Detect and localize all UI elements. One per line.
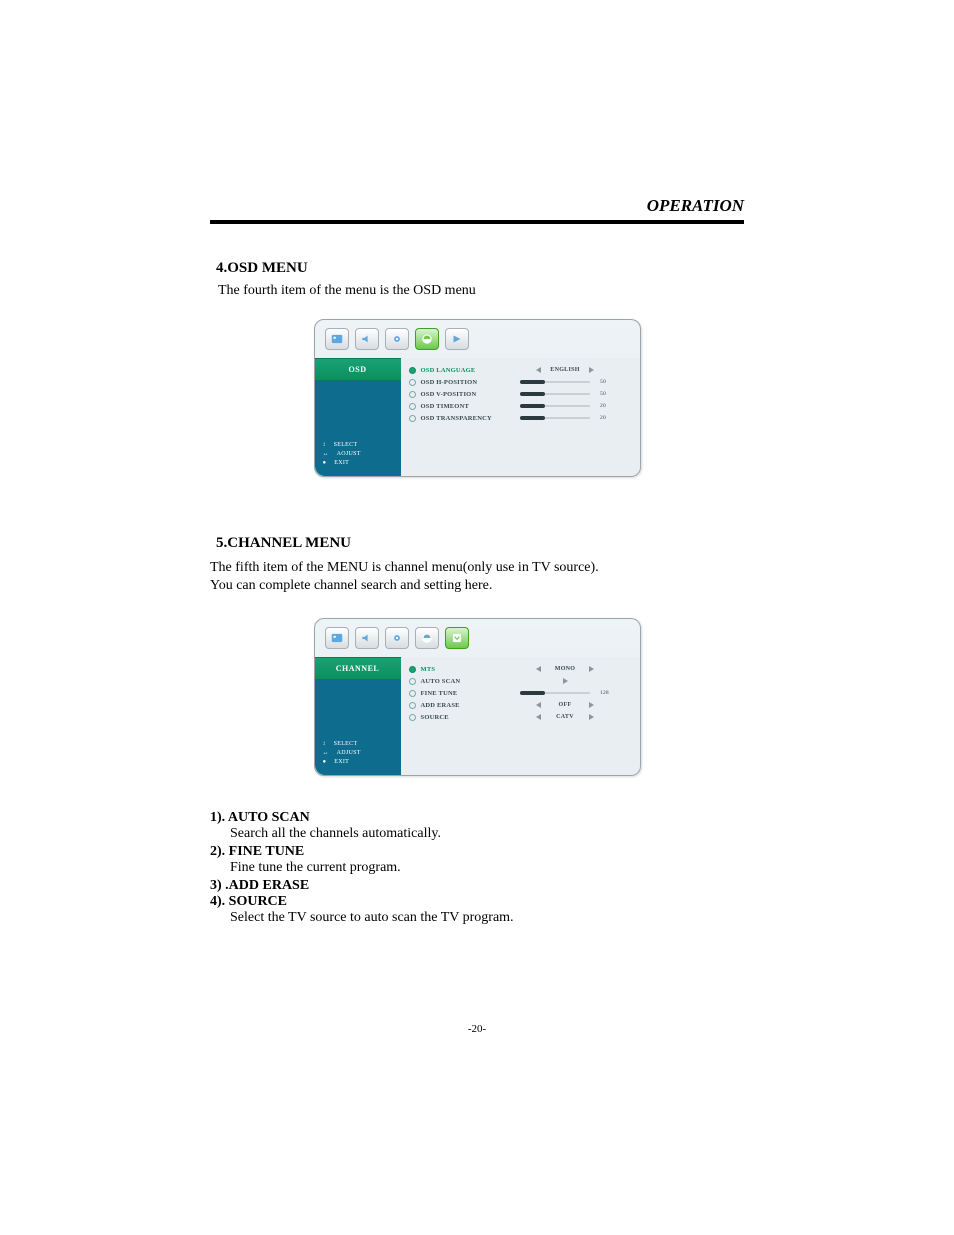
def2-desc: Fine tune the current program.: [230, 860, 744, 876]
channel-side-hints: ↕ SELECT ↔ ADJUST ● EXIT: [315, 734, 401, 775]
tab-channel-icon[interactable]: [445, 328, 469, 350]
header-rule: [210, 220, 744, 224]
osd-item-hposition[interactable]: OSD H-POSITION 50: [409, 376, 632, 388]
def2-title: 2). FINE TUNE: [210, 844, 744, 860]
bullet-icon: [409, 666, 416, 673]
channel-side-title: CHANNEL: [315, 657, 401, 680]
section5-title: 5.CHANNEL MENU: [216, 535, 744, 552]
arrow-right-icon[interactable]: [589, 702, 594, 708]
def3-title: 3) .ADD ERASE: [210, 878, 744, 894]
bullet-icon: [409, 403, 416, 410]
tab-osd-icon[interactable]: [415, 328, 439, 350]
arrow-left-icon[interactable]: [536, 367, 541, 373]
bullet-icon: [409, 367, 416, 374]
def4-title: 4). SOURCE: [210, 894, 744, 910]
bullet-icon: [409, 415, 416, 422]
arrow-right-icon[interactable]: [589, 666, 594, 672]
slider[interactable]: [520, 417, 590, 419]
definitions-list: 1). AUTO SCAN Search all the channels au…: [210, 810, 744, 926]
bullet-icon: [409, 678, 416, 685]
arrow-right-icon[interactable]: [589, 367, 594, 373]
tab-picture-icon[interactable]: [325, 328, 349, 350]
slider[interactable]: [520, 692, 590, 694]
ch-item-finetune[interactable]: FINE TUNE 128: [409, 687, 632, 699]
tab-settings-icon[interactable]: [385, 627, 409, 649]
bullet-icon: [409, 690, 416, 697]
tab-channel-icon[interactable]: [445, 627, 469, 649]
channel-menu-box: CHANNEL ↕ SELECT ↔ ADJUST ● EXIT MTS MON…: [314, 618, 641, 776]
ch-item-source[interactable]: SOURCE CATV: [409, 711, 632, 723]
section5-p1: The fifth item of the MENU is channel me…: [210, 560, 744, 576]
section4-text: The fourth item of the menu is the OSD m…: [218, 283, 744, 299]
page-number: -20-: [0, 1023, 954, 1035]
slider[interactable]: [520, 405, 590, 407]
menu-tabs: [315, 619, 640, 657]
bullet-icon: [409, 391, 416, 398]
osd-item-timeout[interactable]: OSD TIMEONT 20: [409, 400, 632, 412]
section5-p2: You can complete channel search and sett…: [210, 578, 744, 594]
channel-main: MTS MONO AUTO SCAN FINE: [401, 657, 640, 775]
osd-main: OSD LANGUAGE ENGLISH OSD H-POSITION 50: [401, 358, 640, 476]
ch-item-adderase[interactable]: ADD ERASE OFF: [409, 699, 632, 711]
osd-side-title: OSD: [315, 358, 401, 381]
bullet-icon: [409, 714, 416, 721]
def1-title: 1). AUTO SCAN: [210, 810, 744, 826]
tab-settings-icon[interactable]: [385, 328, 409, 350]
bullet-icon: [409, 379, 416, 386]
bullet-icon: [409, 702, 416, 709]
tab-audio-icon[interactable]: [355, 627, 379, 649]
arrow-right-icon[interactable]: [589, 714, 594, 720]
osd-item-language[interactable]: OSD LANGUAGE ENGLISH: [409, 364, 632, 376]
ch-item-autoscan[interactable]: AUTO SCAN: [409, 675, 632, 687]
arrow-left-icon[interactable]: [536, 714, 541, 720]
slider[interactable]: [520, 381, 590, 383]
osd-item-transparency[interactable]: OSD TRANSPARENCY 20: [409, 412, 632, 424]
def4-desc: Select the TV source to auto scan the TV…: [230, 910, 744, 926]
tab-osd-icon[interactable]: [415, 627, 439, 649]
arrow-right-icon[interactable]: [563, 678, 568, 684]
tab-audio-icon[interactable]: [355, 328, 379, 350]
header-title: OPERATION: [647, 196, 744, 216]
slider[interactable]: [520, 393, 590, 395]
ch-item-mts[interactable]: MTS MONO: [409, 663, 632, 675]
osd-side-hints: ↕ SELECT ↔ AOJUST ● EXIT: [315, 435, 401, 476]
arrow-left-icon[interactable]: [536, 666, 541, 672]
tab-picture-icon[interactable]: [325, 627, 349, 649]
arrow-left-icon[interactable]: [536, 702, 541, 708]
osd-item-vposition[interactable]: OSD V-POSITION 50: [409, 388, 632, 400]
osd-menu-box: OSD ↕ SELECT ↔ AOJUST ● EXIT OSD LANGUAG…: [314, 319, 641, 477]
def1-desc: Search all the channels automatically.: [230, 826, 744, 842]
section4-title: 4.OSD MENU: [216, 260, 744, 277]
menu-tabs: [315, 320, 640, 358]
